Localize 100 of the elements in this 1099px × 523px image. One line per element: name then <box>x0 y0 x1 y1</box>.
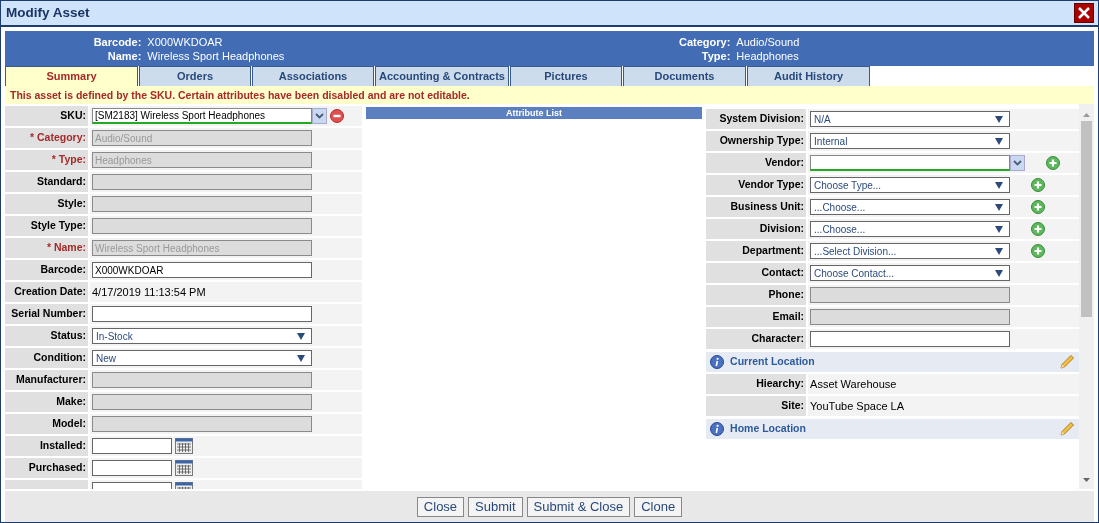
input-field[interactable] <box>810 331 1011 347</box>
field-label: Vendor: <box>706 153 807 173</box>
field-value: Wireless Sport Headphones <box>147 50 286 63</box>
dropdown-value: New <box>96 351 116 366</box>
field-label: * Name: <box>5 238 88 258</box>
dropdown-field[interactable]: Choose Contact... <box>810 265 1011 281</box>
field-label: Installed: <box>5 436 88 456</box>
info-icon <box>710 355 725 369</box>
caret-icon <box>995 203 1004 211</box>
field-label: Site: <box>706 396 807 416</box>
field-label: SKU: <box>5 106 88 126</box>
field-label: Style Type: <box>5 216 88 236</box>
field-label: Style: <box>5 194 88 214</box>
field-label: Barcode: <box>92 36 142 49</box>
field-label: Name: <box>106 50 142 63</box>
caret-icon <box>995 115 1004 123</box>
caret-icon <box>297 332 305 340</box>
dropdown-field[interactable]: ...Choose... <box>810 221 1011 237</box>
dropdown-value: Choose Type... <box>814 178 882 193</box>
chevron-icon <box>315 113 324 119</box>
add-icon[interactable] <box>1031 200 1046 214</box>
field-label: * Type: <box>5 150 88 170</box>
date-field[interactable] <box>92 438 172 454</box>
dropdown-field[interactable]: Internal <box>810 133 1011 149</box>
tab[interactable]: Orders <box>139 66 251 86</box>
combo-field[interactable]: [SM2183] Wireless Sport Headphones <box>92 108 312 124</box>
dropdown-value: In-Stock <box>96 329 133 344</box>
dropdown-field[interactable]: ...Choose... <box>810 199 1011 215</box>
field-value: 4/17/2019 11:13:54 PM <box>92 284 206 300</box>
field-label: Status: <box>5 326 88 346</box>
footer-button[interactable]: Close <box>416 496 465 517</box>
field-label: Make: <box>5 392 88 412</box>
input-field[interactable] <box>92 306 312 322</box>
field-label: Condition: <box>5 348 88 368</box>
dropdown-value: ...Choose... <box>814 222 866 237</box>
field-value: Headphones <box>736 50 800 63</box>
field-label: Category: <box>679 36 731 49</box>
field-label: Serial Number: <box>5 304 88 324</box>
field-label: Creation Date: <box>5 282 88 302</box>
pencil-icon[interactable] <box>1059 421 1075 437</box>
field-label: * Category: <box>5 128 88 148</box>
caret-icon <box>995 181 1004 189</box>
field-label: Character: <box>706 329 807 349</box>
dropdown-field[interactable]: N/A <box>810 111 1011 127</box>
footer-button[interactable]: Submit <box>468 496 523 517</box>
field-label: Standard: <box>5 172 88 192</box>
dropdown-field[interactable]: New <box>92 350 312 366</box>
combo-field[interactable] <box>810 155 1011 171</box>
field-label: Division: <box>706 219 807 239</box>
pencil-icon[interactable] <box>1059 354 1075 370</box>
field-label: Type: <box>700 50 731 63</box>
dropdown-value: ...Select Division... <box>814 244 897 259</box>
field-value: X000WKDOAR <box>147 36 224 49</box>
footer-button[interactable]: Submit & Close <box>526 496 631 517</box>
dropdown-value: Internal <box>814 134 848 149</box>
input-field[interactable]: X000WKDOAR <box>92 262 312 278</box>
field-value: Asset Warehouse <box>810 376 897 392</box>
field-label: System Division: <box>706 109 807 129</box>
close-button[interactable] <box>1074 3 1094 23</box>
caret-icon <box>995 269 1004 277</box>
dropdown-field[interactable]: In-Stock <box>92 328 312 344</box>
tab[interactable]: Associations <box>252 66 374 86</box>
section-title: Home Location <box>730 421 807 437</box>
tab[interactable]: Pictures <box>510 66 622 86</box>
chevron-icon <box>1013 160 1023 166</box>
caret-icon <box>297 354 305 362</box>
notice-text: This asset is defined by the SKU. Certain attributes have been disabled and are not editable. <box>5 86 1094 104</box>
calendar-icon[interactable] <box>175 460 193 476</box>
dropdown-button[interactable] <box>312 108 327 124</box>
tab[interactable]: Accounting & Contracts <box>375 66 509 86</box>
window-title: Modify Asset <box>6 3 90 22</box>
dropdown-field[interactable]: Choose Type... <box>810 177 1011 193</box>
field-label: Ownership Type: <box>706 131 807 151</box>
caret-icon <box>995 137 1004 145</box>
dropdown-field[interactable]: ...Select Division... <box>810 243 1011 259</box>
scrollbar[interactable] <box>1079 104 1094 489</box>
tab[interactable]: Documents <box>623 66 746 86</box>
footer-button[interactable]: Clone <box>634 496 683 517</box>
field-label: Model: <box>5 414 88 434</box>
add-icon[interactable] <box>1046 156 1061 170</box>
tab[interactable]: Summary <box>5 66 138 86</box>
tab[interactable]: Audit History <box>747 66 870 86</box>
section-title: Current Location <box>730 354 816 370</box>
field-value: YouTube Space LA <box>810 398 905 414</box>
remove-icon[interactable] <box>330 109 344 123</box>
field-label: Purchased: <box>5 458 88 478</box>
field-label: Barcode: <box>5 260 88 280</box>
field-label: Email: <box>706 307 807 327</box>
field-label: Vendor Type: <box>706 175 807 195</box>
add-icon[interactable] <box>1031 178 1046 192</box>
add-icon[interactable] <box>1031 222 1046 236</box>
field-label: Contact: <box>706 263 807 283</box>
add-icon[interactable] <box>1031 244 1046 258</box>
dropdown-value: ...Choose... <box>814 200 866 215</box>
caret-icon <box>995 247 1004 255</box>
calendar-icon[interactable] <box>175 438 193 454</box>
dropdown-button[interactable] <box>1010 155 1026 171</box>
field-label: Business Unit: <box>706 197 807 217</box>
field-label: Hiearchy: <box>706 374 807 394</box>
date-field[interactable] <box>92 460 172 476</box>
